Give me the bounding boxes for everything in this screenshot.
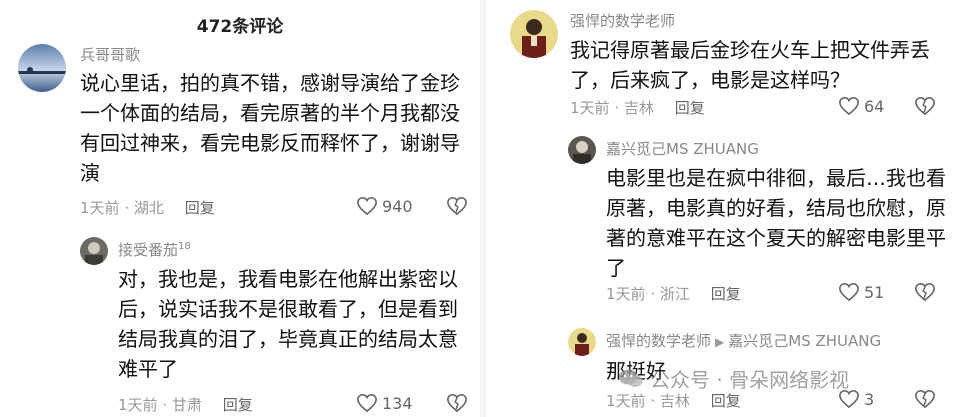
- reply-button[interactable]: 回复: [711, 285, 741, 303]
- avatar[interactable]: [510, 10, 558, 58]
- comment-count-title: 472条评论: [196, 17, 284, 37]
- dislike-button[interactable]: [914, 96, 936, 120]
- username[interactable]: 强悍的数学老师: [570, 10, 675, 31]
- reply-time: 1天前: [606, 285, 646, 303]
- comment-time: 1天前: [570, 99, 610, 117]
- reply-time: 1天前: [118, 396, 158, 414]
- reply-location: 甘肃: [171, 396, 202, 414]
- reply-to-username[interactable]: 嘉兴觅己MS ZHUANG: [728, 332, 881, 350]
- dislike-button[interactable]: [446, 196, 468, 220]
- avatar[interactable]: [18, 44, 66, 92]
- avatar[interactable]: [568, 136, 596, 164]
- separator-dot: ·: [650, 285, 656, 303]
- username[interactable]: 强悍的数学老师: [606, 332, 711, 350]
- like-count: 51: [864, 282, 885, 302]
- reply-location: 浙江: [659, 285, 690, 303]
- dislike-button[interactable]: [446, 393, 468, 417]
- comment-location: 吉林: [623, 99, 654, 117]
- right-comment-panel: 强悍的数学老师 我记得原著最后金珍在火车上把文件弄丢了，后来疯了，电影是这样吗？…: [486, 0, 960, 417]
- reply-button[interactable]: 回复: [675, 99, 705, 117]
- username[interactable]: 接受番茄18: [118, 239, 191, 260]
- reply-meta: 1天前 · 吉林 回复: [606, 390, 741, 411]
- reply-location: 吉林: [659, 392, 690, 410]
- comment-location: 湖北: [133, 199, 164, 217]
- reply-text: 对，我也是，我看电影在他解出紫密以后，说实话我不是很敢看了，但是看到结局我真的泪…: [118, 267, 458, 381]
- like-button[interactable]: 940: [356, 196, 413, 216]
- heart-outline-icon: [357, 393, 377, 413]
- username[interactable]: 兵哥哥歌: [80, 44, 140, 65]
- comment-text: 我记得原著最后金珍在火车上把文件弄丢了，后来疯了，电影是这样吗？: [570, 38, 930, 92]
- broken-heart-icon: [447, 196, 467, 216]
- like-button[interactable]: 51: [838, 282, 884, 302]
- comment-time: 1天前: [80, 199, 120, 217]
- like-count: 134: [382, 393, 413, 413]
- reply-meta: 1天前 · 浙江 回复: [606, 283, 741, 304]
- like-count: 64: [864, 96, 885, 116]
- user-badge: 18: [178, 241, 191, 252]
- reply-header: 强悍的数学老师 ▶ 嘉兴觅己MS ZHUANG: [606, 330, 881, 351]
- watermark: 公众号 · 骨朵网络影视: [618, 364, 849, 393]
- username[interactable]: 嘉兴觅己MS ZHUANG: [606, 138, 759, 159]
- reply-text: 电影里也是在疯中徘徊，最后…我也看原著，电影真的好看，结局也欣慰，原著的意难平在…: [606, 166, 946, 280]
- separator-dot: ·: [650, 392, 656, 410]
- broken-heart-icon: [915, 96, 935, 116]
- watermark-text: 公众号 · 骨朵网络影视: [650, 368, 850, 392]
- broken-heart-icon: [447, 393, 467, 413]
- reply-button[interactable]: 回复: [711, 392, 741, 410]
- comment-meta: 1天前 · 湖北 回复: [80, 197, 215, 218]
- like-button[interactable]: 134: [356, 393, 413, 413]
- separator-dot: ·: [614, 99, 620, 117]
- broken-heart-icon: [915, 389, 935, 409]
- broken-heart-icon: [915, 282, 935, 302]
- heart-outline-icon: [839, 282, 859, 302]
- reply-meta: 1天前 · 甘肃 回复: [118, 394, 253, 415]
- like-count: 940: [382, 196, 413, 216]
- triangle-right-icon: ▶: [715, 335, 725, 349]
- heart-outline-icon: [839, 96, 859, 116]
- comment-meta: 1天前 · 吉林 回复: [570, 97, 705, 118]
- separator-dot: ·: [124, 199, 130, 217]
- reply-time: 1天前: [606, 392, 646, 410]
- wechat-icon: [619, 369, 643, 387]
- avatar[interactable]: [80, 237, 108, 265]
- like-button[interactable]: 64: [838, 96, 884, 116]
- username-text: 接受番茄: [118, 241, 179, 259]
- like-count: 3: [864, 389, 875, 409]
- reply-button[interactable]: 回复: [185, 199, 215, 217]
- dislike-button[interactable]: [914, 389, 936, 413]
- reply-button[interactable]: 回复: [223, 396, 253, 414]
- comment-text: 说心里话，拍的真不错，感谢导演给了金珍一个体面的结局，看完原著的半个月我都没有回…: [80, 71, 460, 185]
- heart-outline-icon: [357, 196, 377, 216]
- dislike-button[interactable]: [914, 282, 936, 306]
- left-comment-panel: 472条评论 兵哥哥歌 说心里话，拍的真不错，感谢导演给了金珍一个体面的结局，看…: [0, 0, 480, 417]
- avatar[interactable]: [568, 328, 596, 356]
- separator-dot: ·: [162, 396, 168, 414]
